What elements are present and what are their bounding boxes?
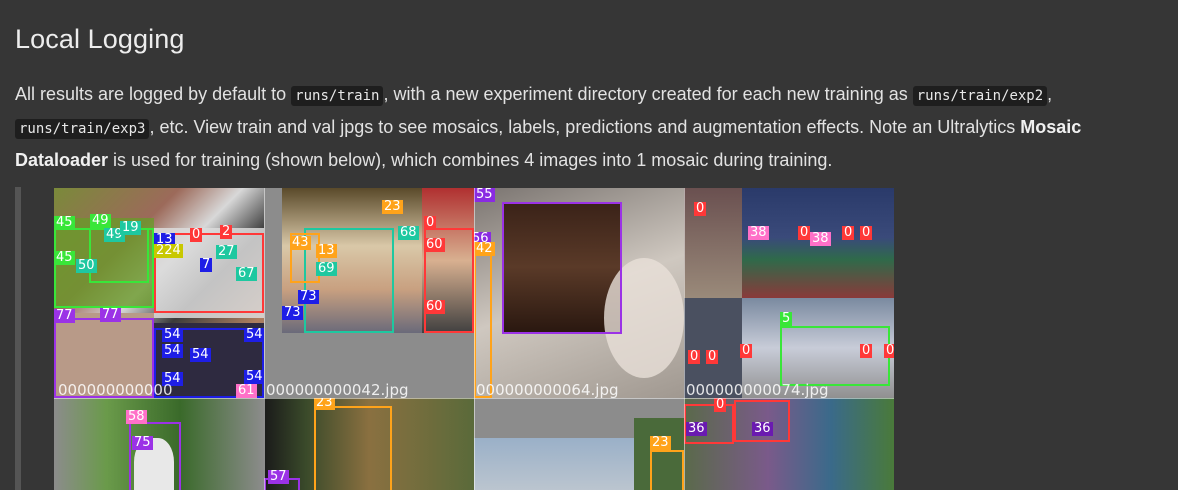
class-label: 0 <box>694 201 707 216</box>
tile-divider <box>264 188 265 490</box>
class-label: 73 <box>298 289 319 304</box>
tile-divider <box>474 188 475 490</box>
class-label: 19 <box>120 220 141 235</box>
class-label: 23 <box>650 435 671 450</box>
class-label: 67 <box>236 266 257 281</box>
class-label: 0 <box>798 225 811 240</box>
bbox <box>780 326 890 386</box>
class-label: 2 <box>220 224 233 239</box>
class-label: 43 <box>290 235 311 250</box>
intro-paragraph: All results are logged by default to run… <box>15 79 1165 176</box>
class-label: 0 <box>688 349 701 364</box>
class-label: 0 <box>424 215 437 230</box>
tile-filename: 000000000064.jpg <box>476 381 619 398</box>
bbox <box>314 406 392 490</box>
class-label: 49 <box>90 213 111 228</box>
class-label: 23 <box>382 199 403 214</box>
class-label: 27 <box>216 244 237 259</box>
bbox <box>502 202 622 334</box>
tile-filename: 000000000000 <box>58 381 173 398</box>
mosaic-tile-5: 58 75 <box>54 398 264 490</box>
mosaic-tile-6: 23 57 <box>264 398 474 490</box>
class-label: 5 <box>780 311 793 326</box>
class-label: 42 <box>474 241 495 256</box>
class-label: 60 <box>424 237 445 252</box>
text-segment: All results are logged by default to <box>15 84 292 104</box>
mosaic-tile-4: 0 38 0 38 0 0 5 0 0 0 0 0 000000000074.j… <box>684 188 894 398</box>
class-label: 69 <box>316 261 337 276</box>
class-label: 0 <box>706 349 719 364</box>
class-label: 54 <box>244 369 264 384</box>
code-runs-train-exp3: runs/train/exp3 <box>15 119 150 139</box>
tile-filename: 000000000074.jpg <box>686 381 829 398</box>
mosaic-image: 45 49 49 19 45 50 13 224 0 2 7 27 67 77 … <box>54 188 894 490</box>
class-label: 68 <box>398 225 419 240</box>
mosaic-tile-7: 23 <box>474 398 684 490</box>
class-label: 77 <box>54 308 75 323</box>
class-label: 54 <box>162 327 183 342</box>
class-label: 38 <box>810 231 831 246</box>
class-label: 54 <box>162 343 183 358</box>
class-label: 23 <box>314 398 335 410</box>
class-label: 55 <box>474 188 495 202</box>
section-heading: Local Logging <box>15 24 185 54</box>
bbox <box>650 450 684 490</box>
text-segment: , etc. View train and val jpgs to see mo… <box>149 117 1021 137</box>
document-page: Local Logging All results are logged by … <box>0 0 1178 490</box>
class-label: 61 <box>236 383 257 398</box>
class-label: 73 <box>282 305 303 320</box>
class-label: 0 <box>740 343 753 358</box>
class-label: 224 <box>154 243 183 258</box>
class-label: 54 <box>244 327 264 342</box>
class-label: 57 <box>268 469 289 484</box>
code-runs-train: runs/train <box>291 86 384 106</box>
class-label: 77 <box>100 307 121 322</box>
mosaic-tile-8: 36 0 36 <box>684 398 894 490</box>
bbox <box>129 422 181 490</box>
class-label: 13 <box>316 243 337 258</box>
text-segment: , with a new experiment directory create… <box>383 84 913 104</box>
class-label: 7 <box>200 257 213 272</box>
mosaic-tile-3: 55 56 42 000000000064.jpg <box>474 188 684 398</box>
blockquote-bar <box>15 187 21 490</box>
class-label: 36 <box>752 421 773 436</box>
class-label: 0 <box>714 398 727 412</box>
class-label: 0 <box>190 227 203 242</box>
class-label: 36 <box>686 421 707 436</box>
class-label: 45 <box>54 250 75 265</box>
text-segment: is used for training (shown below), whic… <box>108 150 833 170</box>
class-label: 75 <box>132 435 153 450</box>
class-label: 50 <box>76 258 97 273</box>
mosaic-tile-1: 45 49 49 19 45 50 13 224 0 2 7 27 67 77 … <box>54 188 264 398</box>
code-runs-train-exp2: runs/train/exp2 <box>912 86 1048 106</box>
class-label: 58 <box>126 409 147 424</box>
mosaic-tile-2: 23 43 13 68 69 73 73 0 60 60 00000000004… <box>264 188 474 398</box>
class-label: 0 <box>860 343 873 358</box>
class-label: 0 <box>842 225 855 240</box>
tile-divider <box>54 398 894 399</box>
class-label: 38 <box>748 225 769 240</box>
class-label: 54 <box>190 347 211 362</box>
class-label: 45 <box>54 215 75 230</box>
text-segment: , <box>1047 84 1053 104</box>
bbox <box>474 246 492 398</box>
tile-filename: 000000000042.jpg <box>266 381 409 398</box>
class-label: 0 <box>860 225 873 240</box>
class-label: 0 <box>884 344 894 358</box>
class-label: 60 <box>424 299 445 314</box>
tile-divider <box>684 188 685 490</box>
